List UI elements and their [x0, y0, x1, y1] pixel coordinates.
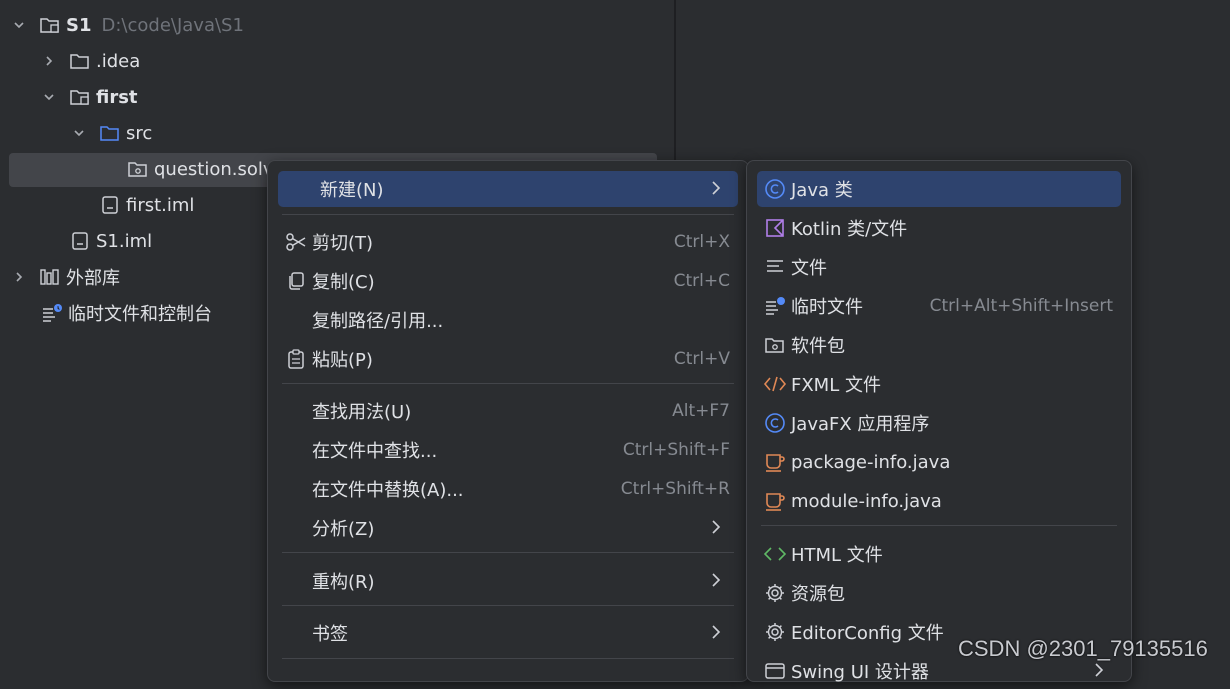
tree-item-label: first: [96, 86, 138, 108]
menu-separator: [282, 658, 734, 659]
scratch-icon: [759, 296, 791, 316]
folder-icon: [68, 49, 92, 73]
menu-item-find-in-files[interactable]: 在文件中查找... Ctrl+Shift+F: [278, 432, 738, 468]
menu-separator: [761, 525, 1117, 526]
menu-separator: [282, 383, 734, 384]
copy-icon: [280, 271, 312, 291]
menu-item-replace-in-files[interactable]: 在文件中替换(A)... Ctrl+Shift+R: [278, 471, 738, 507]
module-folder-icon: [38, 13, 62, 37]
menu-separator: [282, 214, 734, 215]
menu-item-file[interactable]: 文件: [757, 249, 1121, 285]
menu-item-refactor[interactable]: 重构(R): [278, 563, 738, 599]
tree-item-src[interactable]: src: [70, 116, 152, 150]
submenu-new: Java 类 Kotlin 类/文件 文件 临时文件 Ctrl+Alt+Shif…: [746, 160, 1132, 683]
package-icon: [759, 335, 791, 355]
menu-item-html[interactable]: HTML 文件: [757, 536, 1121, 572]
code-tag-icon: [759, 374, 791, 394]
menu-item-package[interactable]: 软件包: [757, 327, 1121, 363]
java-cup-icon: [759, 491, 791, 511]
tree-item-label: question.solv: [154, 158, 274, 180]
menu-item-paste[interactable]: 粘贴(P) Ctrl+V: [278, 341, 738, 377]
tree-item-label: 外部库: [66, 268, 120, 289]
scissors-icon: [280, 232, 312, 252]
module-folder-icon: [68, 85, 92, 109]
menu-item-copy-path[interactable]: 复制路径/引用...: [278, 302, 738, 338]
chevron-right-icon: [710, 519, 722, 540]
chevron-right-icon: [710, 572, 722, 593]
library-icon: [38, 265, 62, 289]
paste-icon: [280, 349, 312, 369]
menu-item-find-usages[interactable]: 查找用法(U) Alt+F7: [278, 393, 738, 429]
tree-item-idea[interactable]: .idea: [40, 44, 140, 78]
java-class-icon: [759, 178, 791, 200]
tree-item-first[interactable]: first: [40, 80, 138, 114]
chevron-right-icon[interactable]: [40, 52, 58, 70]
menu-separator: [282, 552, 734, 553]
gear-icon: [759, 621, 791, 643]
package-icon: [126, 157, 150, 181]
menu-item-java-class[interactable]: Java 类: [757, 171, 1121, 207]
tree-item-label: S1.iml: [96, 230, 153, 252]
chevron-right-icon[interactable]: [10, 268, 28, 286]
menu-item-kotlin[interactable]: Kotlin 类/文件: [757, 210, 1121, 246]
tree-item-external-libs[interactable]: 外部库: [10, 260, 120, 294]
menu-item-cut[interactable]: 剪切(T) Ctrl+X: [278, 224, 738, 260]
java-cup-icon: [759, 452, 791, 472]
java-class-icon: [759, 412, 791, 434]
menu-item-scratch[interactable]: 临时文件 Ctrl+Alt+Shift+Insert: [757, 288, 1121, 324]
context-menu: 新建(N) 剪切(T) Ctrl+X 复制(C) Ctrl+C 复制路径/引用.…: [267, 160, 749, 682]
scratch-icon: [40, 301, 64, 325]
watermark: CSDN @2301_79135516: [958, 636, 1208, 661]
tree-item-s1[interactable]: S1 D:\code\Java\S1: [10, 8, 244, 42]
tree-item-label: first.iml: [126, 194, 195, 216]
tree-item-first-iml[interactable]: first.iml: [98, 188, 194, 222]
tree-item-label: 临时文件和控制台: [68, 304, 212, 325]
menu-item-copy[interactable]: 复制(C) Ctrl+C: [278, 263, 738, 299]
chevron-down-icon[interactable]: [70, 124, 88, 142]
file-icon: [68, 229, 92, 253]
menu-item-module-info[interactable]: module-info.java: [757, 483, 1121, 519]
menu-item-package-info[interactable]: package-info.java: [757, 444, 1121, 480]
menu-item-fxml[interactable]: FXML 文件: [757, 366, 1121, 402]
tree-item-s1-iml[interactable]: S1.iml: [68, 224, 152, 258]
chevron-right-icon: [710, 624, 722, 645]
chevron-down-icon[interactable]: [40, 88, 58, 106]
tree-item-scratches[interactable]: 临时文件和控制台: [40, 296, 212, 330]
project-path: D:\code\Java\S1: [101, 14, 244, 36]
tree-item-package[interactable]: question.solv: [126, 152, 274, 186]
window-form-icon: [759, 661, 791, 681]
menu-item-bookmarks[interactable]: 书签: [278, 615, 738, 651]
tree-item-label: .idea: [96, 50, 141, 72]
gear-icon: [759, 582, 791, 604]
menu-item-new[interactable]: 新建(N): [278, 171, 738, 207]
tree-item-label: S1: [66, 14, 92, 36]
kotlin-icon: [759, 218, 791, 238]
chevron-right-icon: [1093, 662, 1105, 683]
chevron-right-icon: [710, 180, 722, 201]
text-file-icon: [759, 258, 791, 276]
chevron-down-icon[interactable]: [10, 16, 28, 34]
source-folder-icon: [98, 121, 122, 145]
html-icon: [759, 544, 791, 564]
menu-item-analyze[interactable]: 分析(Z): [278, 510, 738, 546]
menu-separator: [282, 605, 734, 606]
menu-item-resource-bundle[interactable]: 资源包: [757, 575, 1121, 611]
menu-item-javafx[interactable]: JavaFX 应用程序: [757, 405, 1121, 441]
file-icon: [98, 193, 122, 217]
tree-item-label: src: [126, 122, 153, 144]
